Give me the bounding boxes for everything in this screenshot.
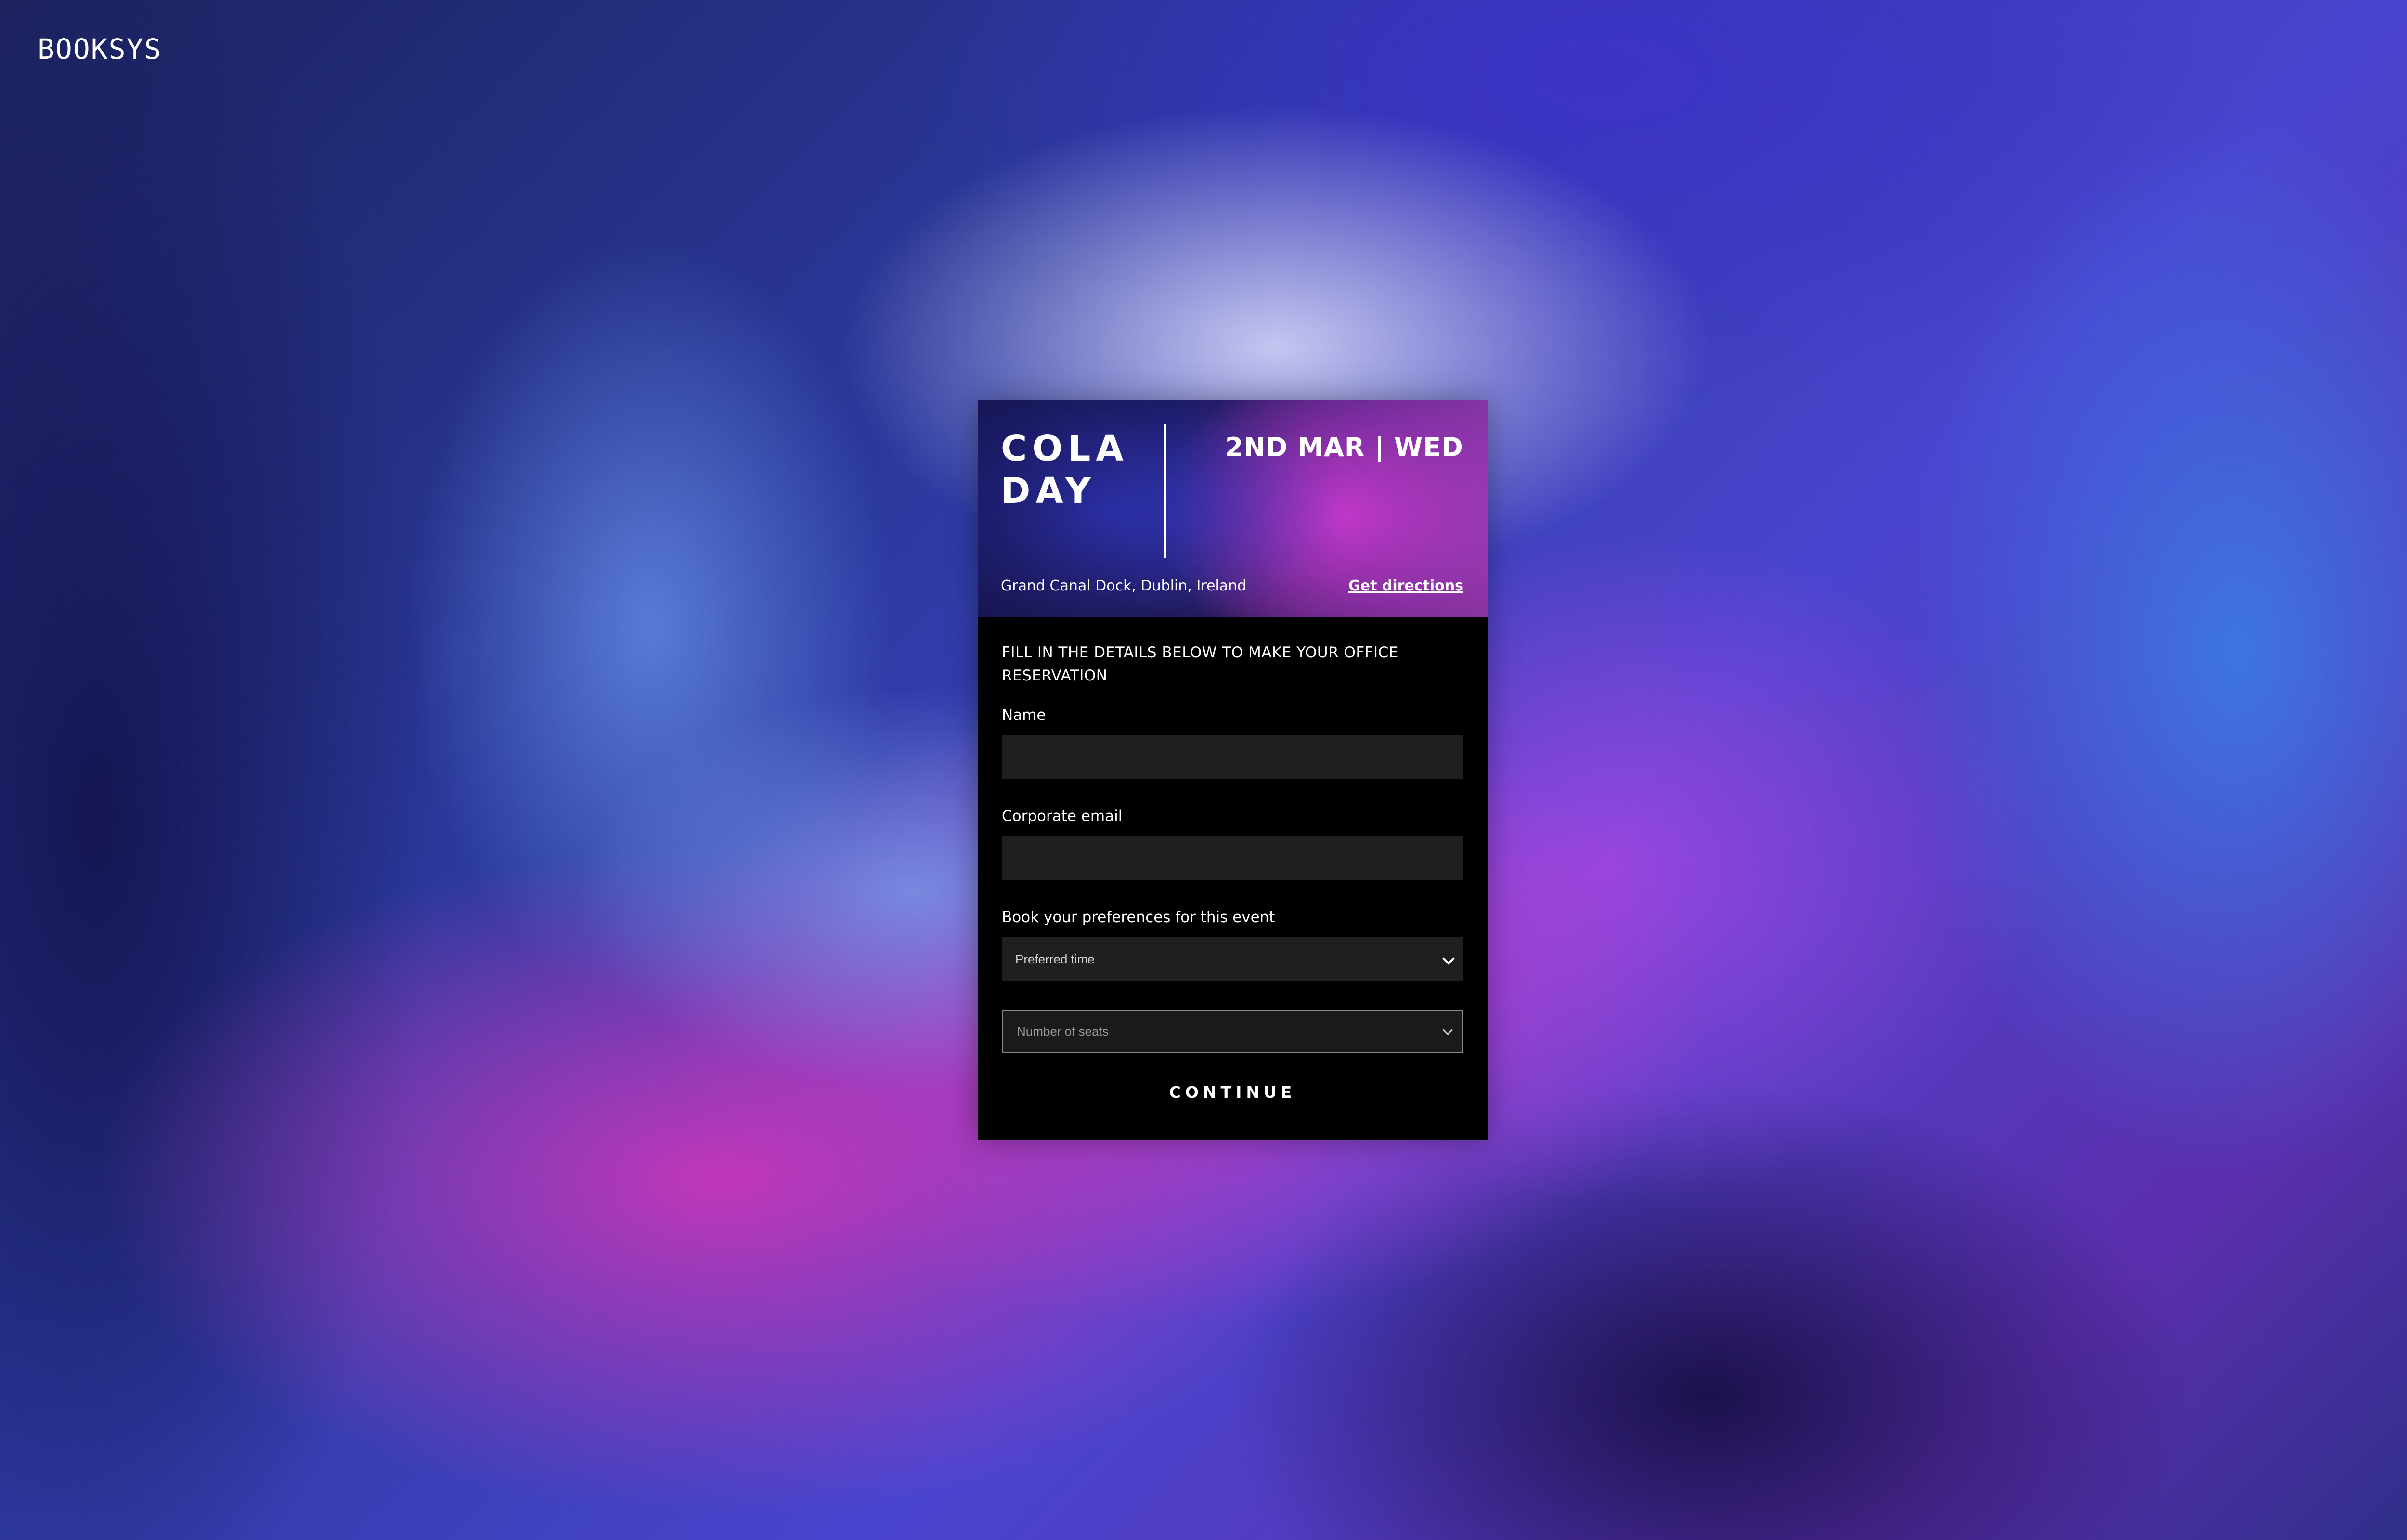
get-directions-link[interactable]: Get directions (1348, 578, 1463, 594)
brand-logo[interactable]: BOOKSYS (38, 33, 162, 65)
event-title-line-2: DAY (1001, 470, 1097, 512)
name-label: Name (1002, 706, 1046, 724)
corporate-email-label: Corporate email (1002, 808, 1123, 825)
preferred-time-placeholder: Preferred time (1015, 951, 1095, 966)
corporate-email-field[interactable] (1002, 836, 1463, 880)
title-divider (1164, 424, 1166, 558)
chevron-down-icon (1442, 952, 1455, 965)
preferences-label: Book your preferences for this event (1002, 909, 1275, 926)
number-of-seats-select[interactable]: Number of seats (1002, 1010, 1463, 1053)
chevron-down-icon (1442, 1025, 1453, 1036)
event-title: COLA DAY (1001, 427, 1129, 512)
reservation-form: FILL IN THE DETAILS BELOW TO MAKE YOUR O… (978, 617, 1488, 1106)
reservation-card: COLA DAY 2ND MAR | WED Grand Canal Dock,… (978, 400, 1488, 1140)
event-date: 2ND MAR | WED (1225, 432, 1463, 462)
event-banner: COLA DAY 2ND MAR | WED Grand Canal Dock,… (978, 400, 1488, 617)
number-of-seats-placeholder: Number of seats (1017, 1024, 1109, 1039)
name-field[interactable] (1002, 735, 1463, 779)
event-title-line-1: COLA (1001, 428, 1129, 469)
form-heading: FILL IN THE DETAILS BELOW TO MAKE YOUR O… (1002, 644, 1398, 684)
event-location: Grand Canal Dock, Dublin, Ireland (1001, 578, 1247, 594)
continue-button[interactable]: CONTINUE (1160, 1078, 1306, 1106)
preferred-time-select[interactable]: Preferred time (1002, 937, 1463, 981)
